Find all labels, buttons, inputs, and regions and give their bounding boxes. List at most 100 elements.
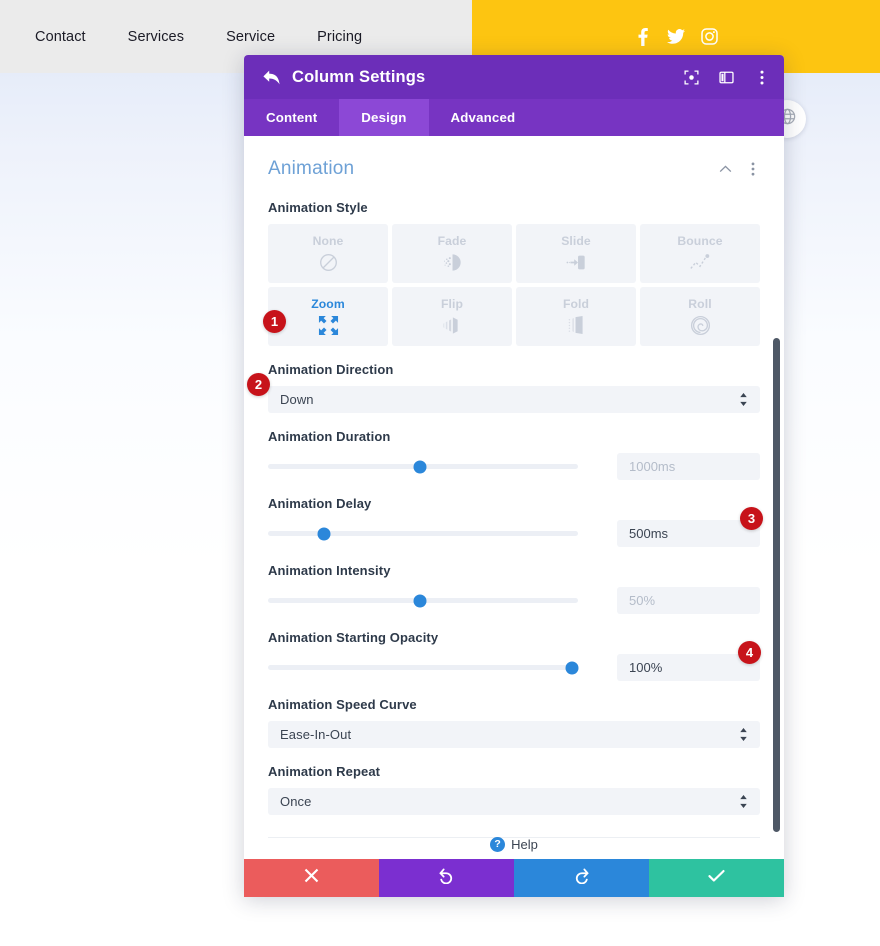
animation-repeat-select[interactable]: Once [268, 788, 760, 815]
bounce-icon [689, 251, 711, 273]
section-title: Animation [268, 158, 355, 179]
anim-option-fold[interactable]: Fold [516, 287, 636, 346]
animation-direction-value: Down [280, 392, 314, 407]
anim-option-label: None [312, 234, 344, 248]
anim-option-label: Slide [561, 234, 591, 248]
animation-intensity-slider[interactable] [268, 591, 578, 611]
anim-option-label: Bounce [677, 234, 723, 248]
modal-header: Column Settings [244, 55, 784, 99]
redo-icon [573, 867, 590, 889]
animation-direction-select[interactable]: Down [268, 386, 760, 413]
tab-advanced[interactable]: Advanced [429, 99, 538, 136]
annotation-badge-1: 1 [263, 310, 286, 333]
anim-option-fade[interactable]: Fade [392, 224, 512, 283]
slider-thumb[interactable] [317, 527, 331, 540]
modal-title: Column Settings [292, 67, 426, 86]
section-header-icons [718, 162, 760, 176]
animation-delay-slider[interactable] [268, 524, 578, 544]
facebook-icon[interactable] [634, 27, 652, 46]
anim-option-bounce[interactable]: Bounce [640, 224, 760, 283]
nav-link-contact[interactable]: Contact [14, 29, 107, 45]
animation-direction-label: Animation Direction [268, 362, 394, 377]
vertical-dots-icon[interactable] [753, 69, 770, 86]
nav-links: Contact Services Service Pricing [0, 29, 383, 45]
tab-content[interactable]: Content [244, 99, 339, 136]
modal-scrollbar[interactable] [773, 338, 780, 832]
updown-arrows-icon [739, 795, 748, 808]
modal-header-icons [683, 69, 770, 86]
modal-footer [244, 859, 784, 897]
slide-icon [565, 251, 588, 273]
anim-option-roll[interactable]: Roll [640, 287, 760, 346]
annotation-badge-3: 3 [740, 507, 763, 530]
animation-starting-opacity-row: 100% [268, 654, 760, 681]
anim-option-slide[interactable]: Slide [516, 224, 636, 283]
back-arrow-icon[interactable] [260, 66, 282, 88]
animation-speed-curve-value: Ease-In-Out [280, 727, 352, 742]
modal-body: Animation Animation Style None Fade Slid… [244, 136, 784, 859]
cancel-button[interactable] [244, 859, 379, 897]
anim-option-none[interactable]: None [268, 224, 388, 283]
help-label: Help [511, 836, 538, 852]
anim-option-label: Fade [437, 234, 467, 248]
updown-arrows-icon [739, 393, 748, 406]
animation-duration-row: 1000ms [268, 453, 760, 480]
focus-target-icon[interactable] [683, 69, 700, 86]
animation-delay-label: Animation Delay [268, 496, 372, 511]
animation-duration-input[interactable]: 1000ms [617, 453, 760, 480]
fade-icon [442, 251, 463, 273]
animation-intensity-input[interactable]: 50% [617, 587, 760, 614]
chevron-up-icon[interactable] [718, 162, 732, 176]
animation-duration-label: Animation Duration [268, 429, 391, 444]
undo-icon [438, 867, 455, 889]
animation-delay-input[interactable]: 500ms [617, 520, 760, 547]
animation-speed-curve-label: Animation Speed Curve [268, 697, 417, 712]
animation-starting-opacity-slider[interactable] [268, 658, 579, 678]
close-x-icon [304, 868, 319, 888]
vertical-dots-icon[interactable] [746, 162, 760, 176]
slider-thumb[interactable] [413, 594, 427, 607]
modal-tabs: Content Design Advanced [244, 99, 784, 136]
animation-repeat-label: Animation Repeat [268, 764, 381, 779]
animation-intensity-label: Animation Intensity [268, 563, 391, 578]
slider-thumb[interactable] [413, 460, 427, 473]
save-button[interactable] [649, 859, 784, 897]
animation-speed-curve-select[interactable]: Ease-In-Out [268, 721, 760, 748]
updown-arrows-icon [739, 728, 748, 741]
animation-style-grid: None Fade Slide Bounce Zoom Flip Fold Ro… [268, 224, 760, 346]
instagram-icon[interactable] [700, 28, 718, 46]
slider-track [268, 665, 578, 670]
flip-icon [442, 314, 463, 336]
anim-option-label: Fold [562, 297, 590, 311]
animation-starting-opacity-label: Animation Starting Opacity [268, 630, 439, 645]
checkmark-icon [708, 869, 725, 888]
slider-track [268, 531, 578, 536]
layout-panel-icon[interactable] [718, 69, 735, 86]
nav-link-service[interactable]: Service [205, 29, 296, 45]
zoom-expand-icon [318, 314, 339, 336]
column-settings-modal: Column Settings Content Design Advanced [244, 55, 784, 897]
annotation-badge-4: 4 [738, 641, 761, 664]
fold-icon [566, 314, 586, 336]
animation-duration-slider[interactable] [268, 457, 578, 477]
twitter-icon[interactable] [667, 28, 685, 46]
anim-option-zoom[interactable]: Zoom [268, 287, 388, 346]
no-entry-icon [319, 251, 338, 273]
animation-delay-row: 500ms [268, 520, 760, 547]
nav-link-services[interactable]: Services [107, 29, 205, 45]
nav-link-pricing[interactable]: Pricing [296, 29, 383, 45]
undo-button[interactable] [379, 859, 514, 897]
slider-thumb[interactable] [565, 661, 579, 674]
anim-option-label: Flip [440, 297, 464, 311]
animation-section-header: Animation [268, 136, 760, 184]
anim-option-label: Zoom [311, 297, 345, 311]
annotation-badge-2: 2 [247, 373, 270, 396]
animation-repeat-value: Once [280, 794, 312, 809]
anim-option-flip[interactable]: Flip [392, 287, 512, 346]
help-row[interactable]: ? Help [244, 829, 784, 859]
redo-button[interactable] [514, 859, 649, 897]
animation-style-label: Animation Style [268, 200, 368, 215]
tab-design[interactable]: Design [339, 99, 429, 136]
anim-option-label: Roll [688, 297, 712, 311]
animation-intensity-row: 50% [268, 587, 760, 614]
